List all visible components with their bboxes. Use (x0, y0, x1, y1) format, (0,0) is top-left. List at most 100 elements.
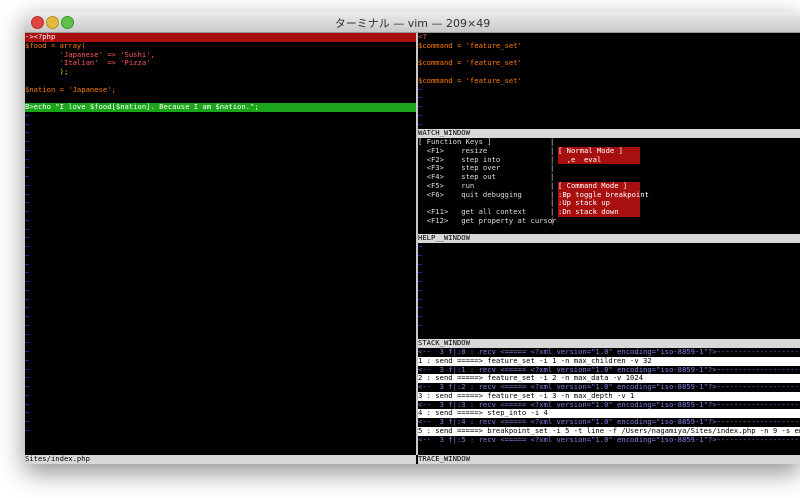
code-text: $nation = 'Japanese'; (25, 85, 116, 94)
trace-window-status[interactable]: TRACE_WINDOW (418, 455, 800, 464)
watch-row: <F12> get property at cursor| (418, 217, 800, 226)
trace-send-line: 4 : send =====> step_into -i 4 (418, 409, 800, 418)
function-key-entry: <F4> step out (418, 173, 496, 181)
trace-send-line: 3 : send =====> feature_set -i 3 -n max_… (418, 391, 800, 401)
tilde-marker: ~ (25, 260, 30, 269)
tilde-marker: ~ (25, 339, 30, 348)
breakpoint-line: -><?php (25, 33, 416, 42)
watch-row: <F5> run |[ Command Mode ] (418, 181, 800, 191)
tilde-marker: ~ (25, 120, 30, 129)
tilde-marker: ~ (25, 383, 30, 391)
trace-send-line: 1 : send =====> feature_set -i 1 -n max_… (418, 356, 800, 366)
mode-help-entry: :Bp toggle breakpoint (558, 190, 649, 200)
source-status-line[interactable]: Sites/index.php (25, 455, 416, 464)
command-line-1: <? (418, 33, 800, 42)
tilde-marker: ~ (25, 356, 30, 365)
function-key-entry: [ Function Keys ] (418, 138, 492, 146)
current-line: B>echo "I love $food[$nation]. Because I… (25, 103, 416, 112)
tilde-marker: ~ (25, 216, 30, 225)
code-text: 'Italian' => 'Pizza' (25, 59, 151, 68)
stack-window-status[interactable]: STACK_WINDOW (418, 339, 800, 348)
tilde-marker: ~ (25, 365, 30, 374)
column-separator: | (550, 208, 555, 216)
watch-row: <F6> quit debugging |:Bp toggle breakpoin… (418, 190, 800, 200)
tilde-marker: ~ (418, 278, 423, 286)
tilde-marker: ~ (25, 426, 30, 435)
watch-row: <F11> get all context |:Dn stack down (418, 208, 800, 217)
code-text: $food = array( (25, 41, 86, 50)
command-text: $command = 'feature_set' (418, 76, 522, 85)
column-separator: | (550, 146, 555, 155)
watch-row: [ Function Keys ] | (418, 138, 800, 147)
tilde-marker: ~ (25, 173, 30, 181)
tilde-marker: ~ (25, 164, 30, 173)
command-pane[interactable]: <? $command = 'feature_set' $command = '… (418, 33, 800, 129)
tilde-marker: ~ (25, 286, 30, 295)
tilde-marker: ~ (25, 348, 30, 356)
source-pane[interactable]: -><?php $food = array( 'Japanese' => 'Su… (25, 33, 416, 443)
watch-row: <F2> step into | ,e eval (418, 155, 800, 165)
help-window[interactable]: ~ ~ ~ ~ ~ ~ ~ ~ ~ ~ (418, 243, 800, 339)
terminal-content[interactable]: -><?php $food = array( 'Japanese' => 'Su… (25, 33, 800, 464)
tilde-marker: ~ (418, 243, 423, 251)
code-line-2: $food = array( (25, 42, 416, 51)
trace-recv-line: <-- 3 f|:0 : recv <===== <?xml version="… (418, 348, 800, 356)
function-key-entry: <F1> resize (418, 146, 488, 155)
mode-help-entry: :Dn stack down (558, 208, 640, 217)
title-bar[interactable]: ターミナル — vim — 209×49 (25, 12, 800, 33)
code-line-4: 'Italian' => 'Pizza' (25, 59, 416, 68)
trace-recv-line: <-- 3 f|:1 : recv <===== <?xml version="… (418, 365, 800, 374)
command-line-6: $command = 'feature_set' (418, 77, 800, 86)
command-text: <? (418, 33, 427, 41)
command-line-3 (418, 51, 800, 60)
empty-line-markers: ~ ~ ~ ~ ~ ~ ~ ~ ~ ~ ~ ~ ~ ~ ~ ~ ~ ~ ~ ~ ~ ~ ~ ~ ~ ~ ~ ~ ~ ~ ~ ~ ~ ~ ~ ~ ~ (25, 112, 416, 436)
php-open-tag: <?php (33, 33, 56, 41)
tilde-marker: ~ (25, 409, 30, 418)
current-marker: B> (25, 103, 34, 111)
watch-rows: [ Function Keys ] | <F1> resize |[ Normal … (418, 138, 800, 226)
column-separator: | (550, 138, 555, 146)
tilde-marker: ~ (418, 103, 423, 111)
watch-row: <F4> step out | (418, 173, 800, 182)
tilde-marker: ~ (418, 286, 423, 295)
trace-window[interactable]: <-- 3 f|:0 : recv <===== <?xml version="… (418, 348, 800, 455)
column-separator: | (550, 155, 555, 164)
watch-window-status[interactable]: WATCH_WINDOW (418, 129, 800, 138)
tilde-marker: ~ (418, 313, 423, 321)
tilde-marker: ~ (418, 321, 423, 330)
tilde-marker: ~ (418, 85, 423, 94)
column-separator: | (550, 216, 555, 225)
tilde-marker: ~ (25, 304, 30, 313)
tilde-marker: ~ (418, 111, 423, 120)
watch-window[interactable]: [ Function Keys ] | <F1> resize |[ Normal … (418, 138, 800, 234)
help-window-status[interactable]: HELP__WINDOW (418, 234, 800, 243)
terminal-window: ターミナル — vim — 209×49 -><?php $food = arr… (25, 12, 800, 464)
function-key-entry: <F3> step over (418, 164, 501, 173)
function-key-entry: <F5> run (418, 181, 475, 190)
column-separator: | (550, 173, 555, 181)
tilde-marker: ~ (418, 295, 423, 304)
column-separator: | (550, 199, 555, 208)
trace-recv-line: <-- 3 f|:5 : recv <===== <?xml version="… (418, 435, 800, 444)
command-text: $command = 'feature_set' (418, 59, 522, 68)
tilde-marker: ~ (25, 199, 30, 208)
mode-help-entry: :Up stack up (558, 199, 640, 208)
tilde-marker: ~ (25, 313, 30, 321)
code-text: echo "I love $food[$nation]. Because I a… (33, 103, 259, 111)
column-separator: | (550, 164, 555, 173)
trace-recv-line: <-- 3 f|:2 : recv <===== <?xml version="… (418, 383, 800, 391)
command-line-4: $command = 'feature_set' (418, 59, 800, 68)
tilde-marker: ~ (25, 234, 30, 243)
tilde-marker: ~ (25, 138, 30, 146)
trace-send-line: 5 : send =====> breakpoint_set -i 5 -t l… (418, 426, 800, 436)
mode-help-entry: [ Normal Mode ] (558, 146, 640, 156)
trace-recv-line: <-- 3 f|:4 : recv <===== <?xml version="… (418, 418, 800, 426)
tilde-marker: ~ (25, 330, 30, 339)
code-line-7: $nation = 'Japanese'; (25, 86, 416, 95)
tilde-marker: ~ (25, 295, 30, 304)
trace-recv-line: <-- 3 f|:3 : recv <===== <?xml version="… (418, 400, 800, 409)
tilde-marker: ~ (25, 155, 30, 164)
command-text: $command = 'feature_set' (418, 41, 522, 50)
